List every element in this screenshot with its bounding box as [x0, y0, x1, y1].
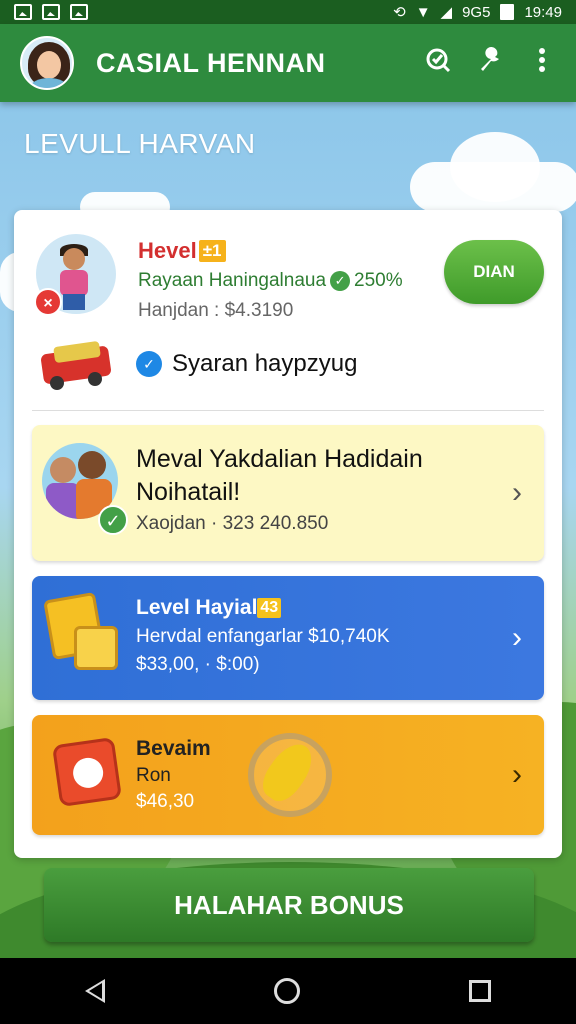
- gallery-icon: [70, 4, 88, 20]
- coin-cards-icon: [43, 591, 118, 676]
- bonus-button[interactable]: HALAHAR BONUS: [44, 868, 534, 942]
- level-percent: 250%: [354, 270, 403, 291]
- row-line2: Ron: [136, 765, 171, 786]
- reward-row-blue[interactable]: Level Hayial 43 Hervdal enfangarlar $10,7…: [32, 576, 544, 700]
- row-tag: 43: [257, 598, 282, 618]
- app-actions: [424, 46, 556, 80]
- sync-label: Syaran haypzyug: [172, 350, 358, 377]
- reward-row-orange[interactable]: Bevaim Ron $46,30 ›: [32, 715, 544, 835]
- row-title: Bevaim: [136, 737, 211, 760]
- gallery-icon: [42, 4, 60, 20]
- home-icon[interactable]: [273, 978, 300, 1004]
- wrench-icon[interactable]: [476, 46, 504, 80]
- chevron-right-icon[interactable]: ›: [512, 758, 522, 792]
- gallery-icon: [14, 4, 32, 20]
- row-title-text: Level Hayial: [136, 596, 258, 619]
- level-title-text: Hevel: [138, 238, 197, 263]
- claim-button[interactable]: DIAN: [444, 240, 544, 304]
- notification-icons: [14, 4, 88, 20]
- level-tag: ±1: [198, 240, 226, 262]
- sync-row[interactable]: ✓ Syaran haypzyug: [136, 350, 357, 378]
- search-icon[interactable]: [424, 47, 452, 80]
- level-progress-label: Rayaan Haningalnaua: [138, 270, 327, 291]
- level-progress: Rayaan Haningalnaua ✓ 250%: [138, 270, 403, 292]
- truck-icon: [40, 340, 112, 390]
- row-subtitle: Xaojdan · 323 240.850: [136, 513, 329, 534]
- gift-box-icon: [51, 736, 123, 808]
- row-line2: Hervdal enfangarlar $10,740K: [136, 626, 390, 647]
- page-heading: LEVULL HARVAN: [24, 128, 256, 159]
- back-icon[interactable]: [84, 979, 105, 1003]
- level-amount: Hanjdan : $4.3190: [138, 300, 294, 321]
- check-circle-icon: ✓: [136, 351, 162, 377]
- row-line3: $46,30: [136, 791, 195, 812]
- rocket-icon: [240, 727, 338, 823]
- recents-icon[interactable]: [469, 980, 492, 1002]
- check-icon: ✓: [98, 505, 128, 535]
- chevron-right-icon[interactable]: ›: [512, 621, 522, 655]
- navigation-bar: [0, 958, 576, 1024]
- app-title: CASIAL HENNAN: [96, 47, 326, 78]
- more-vert-icon[interactable]: [528, 47, 556, 80]
- row-line3: $33,00, · $:00): [136, 654, 260, 675]
- system-status: ⟲ ▼ ◢ 9G5 19:49: [393, 3, 562, 22]
- signal-icon: ◢: [440, 4, 453, 21]
- battery-icon: [500, 4, 515, 20]
- check-icon: ✓: [330, 271, 351, 291]
- chevron-right-icon[interactable]: ›: [512, 476, 522, 510]
- avatar[interactable]: [20, 36, 74, 90]
- row-title: Meval Yakdalian Hadidain Noihatail!: [136, 445, 423, 506]
- network-label: 9G5: [462, 3, 491, 21]
- status-bar: ⟲ ▼ ◢ 9G5 19:49: [0, 0, 576, 24]
- rewards-card: × Hevel ±1 Rayaan Haningalnaua ✓ 250% Hanjd…: [14, 210, 562, 858]
- clock: 19:49: [524, 3, 562, 21]
- divider: [32, 410, 544, 411]
- row-title: Level Hayial 43: [136, 596, 282, 620]
- level-title: Hevel ±1: [138, 238, 226, 264]
- sync-icon: ⟲: [393, 4, 406, 21]
- close-badge-icon[interactable]: ×: [34, 288, 62, 316]
- app-bar: CASIAL HENNAN: [0, 24, 576, 102]
- reward-row-yellow[interactable]: ✓ Meval Yakdalian Hadidain Noihatail! Xa…: [32, 425, 544, 561]
- wifi-icon: ▼: [415, 3, 431, 21]
